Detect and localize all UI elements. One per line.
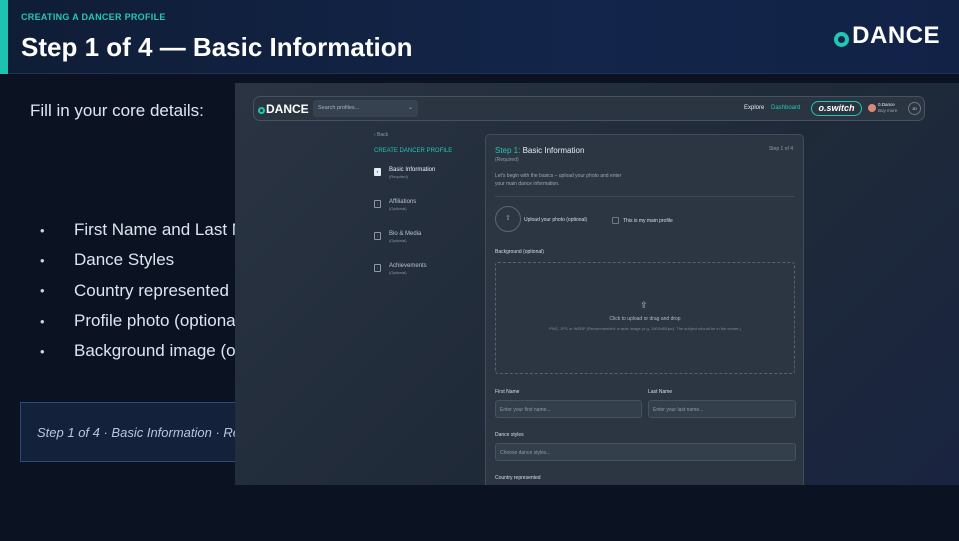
sidebar-item-label: Basic Information <box>389 167 436 173</box>
country-label: Country represented <box>495 475 541 481</box>
dropzone-text: Click to upload or drag and drop <box>609 316 681 322</box>
brand-dot-icon <box>834 31 850 47</box>
sidebar-item-label: Bio & Media <box>389 231 422 237</box>
upload-icon: ⇧ <box>505 215 511 222</box>
sidebar-item-bio-media[interactable]: ▫ Bio & Media (Optional) <box>374 231 421 243</box>
dance-styles-label: Dance styles <box>495 432 524 438</box>
main-profile-label: This is my main profile <box>623 218 673 224</box>
avatar[interactable] <box>868 104 876 112</box>
sidebar-title: CREATE DANCER PROFILE <box>374 148 453 154</box>
upload-photo-button[interactable]: ⇧ <box>495 206 521 232</box>
trophy-icon: ▫ <box>374 264 381 272</box>
step-counter: Step 1 of 4 <box>768 146 793 152</box>
first-name-label: First Name <box>495 389 520 395</box>
last-name-field[interactable]: Enter your last name... <box>648 400 796 418</box>
brand-logo: DANCE <box>834 22 940 50</box>
nav-dashboard-link[interactable]: Dashboard <box>771 105 800 111</box>
dance-styles-select[interactable]: Choose dance styles... <box>495 443 796 461</box>
bullet-icon: • <box>40 343 45 359</box>
dropzone-hint: PNG, JPG or WEBP (Recommended: a wide im… <box>549 326 741 331</box>
app-logo[interactable]: DANCE <box>258 102 309 116</box>
step-prefix: Step 1: <box>495 146 521 155</box>
form-description: Let's begin with the basics – upload you… <box>495 173 622 187</box>
bullet-text: Dance Styles <box>74 250 175 270</box>
background-dropzone[interactable]: ⇪ Click to upload or drag and drop PNG, … <box>495 262 795 374</box>
search-input[interactable]: Search profiles... ⌄ <box>313 100 418 117</box>
sidebar-item-sub: (Required) <box>389 174 408 179</box>
upload-icon: ⇪ <box>640 300 648 310</box>
brand-wordmark: DANCE <box>852 22 940 49</box>
sidebar-item-basic-information[interactable]: ▪ Basic Information (Required) <box>374 167 435 179</box>
app-logo-text: DANCE <box>266 102 309 116</box>
bullet-icon: • <box>40 222 45 238</box>
slide-header: CREATING A DANCER PROFILE Step 1 of 4 — … <box>0 0 959 74</box>
back-link[interactable]: ‹ Back <box>374 132 388 138</box>
document-icon: ▪ <box>374 168 381 176</box>
last-name-placeholder: Enter your last name... <box>653 407 704 413</box>
required-note: (Required) <box>495 157 519 163</box>
bullet-text: Country represented <box>74 280 229 300</box>
app-navbar: DANCE Search profiles... ⌄ Explore Dashb… <box>253 96 925 121</box>
form-step-title: Step 1: Basic Information <box>495 146 584 155</box>
slide-kicker: CREATING A DANCER PROFILE <box>21 12 166 22</box>
search-placeholder: Search profiles... <box>318 105 360 111</box>
divider <box>495 196 795 197</box>
step-title: Basic Information <box>522 146 585 155</box>
basic-info-form: Step 1: Basic Information Step 1 of 4 (R… <box>485 134 804 485</box>
bullet-icon: • <box>40 252 45 268</box>
sidebar-item-affiliations[interactable]: ▫ Affiliations (Optional) <box>374 199 416 211</box>
accent-bar <box>0 0 8 74</box>
bullet-icon: • <box>40 313 45 329</box>
switch-button[interactable]: o.switch <box>811 101 862 116</box>
main-profile-checkbox[interactable] <box>612 217 619 224</box>
switch-label: switch <box>826 103 855 113</box>
id-card-icon: ▫ <box>374 200 381 208</box>
sidebar-item-label: Affiliations <box>389 199 417 205</box>
sidebar-item-sub: (Optional) <box>389 270 407 275</box>
intro-text: Fill in your core details: <box>30 101 204 120</box>
nav-explore-link[interactable]: Explore <box>744 105 764 111</box>
user-menu[interactable]: 0.Dance Buy more <box>878 102 897 114</box>
user-sub: Buy more <box>878 108 898 113</box>
upload-photo-label: Upload your photo (optional) <box>524 217 588 223</box>
media-icon: ▫ <box>374 232 381 240</box>
bullet-icon: • <box>40 283 45 299</box>
last-name-label: Last Name <box>648 389 673 395</box>
first-name-field[interactable]: Enter your first name... <box>495 400 642 418</box>
sidebar-item-sub: (Optional) <box>389 206 407 211</box>
settings-button[interactable]: JD <box>908 102 921 115</box>
sidebar-item-achievements[interactable]: ▫ Achievements (Optional) <box>374 263 427 275</box>
slide-title: Step 1 of 4 — Basic Information <box>21 32 413 62</box>
sidebar-item-sub: (Optional) <box>389 238 407 243</box>
bullet-text: Profile photo (optional) <box>74 311 246 331</box>
chevron-down-icon: ⌄ <box>407 105 413 111</box>
dance-styles-placeholder: Choose dance styles... <box>500 450 551 456</box>
background-label: Background (optional) <box>495 249 544 255</box>
sidebar-item-label: Achievements <box>389 263 427 269</box>
app-screenshot: DANCE Search profiles... ⌄ Explore Dashb… <box>235 83 959 485</box>
first-name-placeholder: Enter your first name... <box>500 407 551 413</box>
logo-dot-icon <box>258 107 265 114</box>
